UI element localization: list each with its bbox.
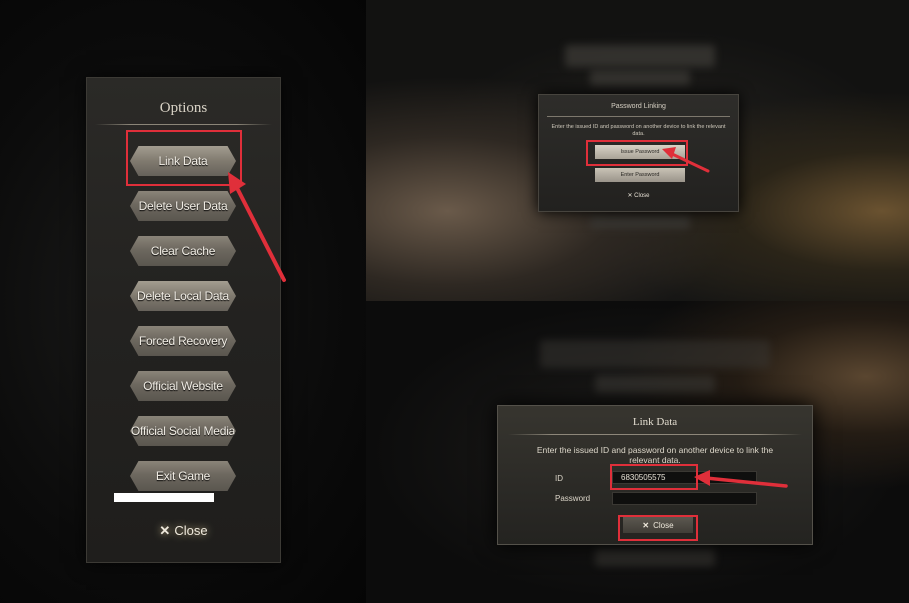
password-label: Password bbox=[555, 494, 591, 503]
blurred-ui-element bbox=[590, 215, 690, 229]
id-highlight-box bbox=[610, 464, 698, 490]
forced-recovery-button[interactable]: Forced Recovery bbox=[130, 326, 236, 356]
close-highlight-box bbox=[618, 515, 698, 541]
blurred-ui-element bbox=[540, 340, 770, 368]
divider bbox=[547, 116, 730, 117]
blurred-ui-element bbox=[590, 70, 690, 86]
id-label: ID bbox=[555, 474, 563, 483]
blurred-ui-element bbox=[595, 548, 715, 566]
link-data-title: Link Data bbox=[632, 416, 678, 428]
password-redaction-bar bbox=[114, 493, 214, 502]
delete-user-data-button[interactable]: Delete User Data bbox=[130, 191, 236, 221]
x-icon: ✕ bbox=[159, 523, 171, 538]
exit-game-button[interactable]: Exit Game bbox=[130, 461, 236, 491]
password-linking-close-label: Close bbox=[634, 193, 650, 199]
blurred-ui-element bbox=[595, 375, 715, 393]
password-linking-title: Password Linking bbox=[611, 103, 666, 110]
divider bbox=[508, 434, 802, 435]
blurred-ui-element bbox=[565, 45, 715, 67]
pointer-arrow-icon bbox=[228, 172, 286, 282]
password-linking-close-button[interactable]: ✕ Close bbox=[539, 192, 738, 199]
delete-local-data-button[interactable]: Delete Local Data bbox=[130, 281, 236, 311]
options-title: Options bbox=[159, 100, 208, 116]
clear-cache-button[interactable]: Clear Cache bbox=[130, 236, 236, 266]
link-data-description: Enter the issued ID and password on anot… bbox=[536, 445, 774, 465]
official-website-button[interactable]: Official Website bbox=[130, 371, 236, 401]
options-close-label: Close bbox=[174, 523, 208, 538]
official-social-media-button[interactable]: Official Social Media bbox=[130, 416, 236, 446]
options-close-button[interactable]: ✕ Close bbox=[87, 523, 280, 539]
pointer-arrow-icon bbox=[662, 147, 710, 173]
pointer-arrow-icon bbox=[694, 470, 788, 488]
divider bbox=[95, 124, 272, 125]
password-linking-description: Enter the issued ID and password on anot… bbox=[551, 124, 726, 137]
